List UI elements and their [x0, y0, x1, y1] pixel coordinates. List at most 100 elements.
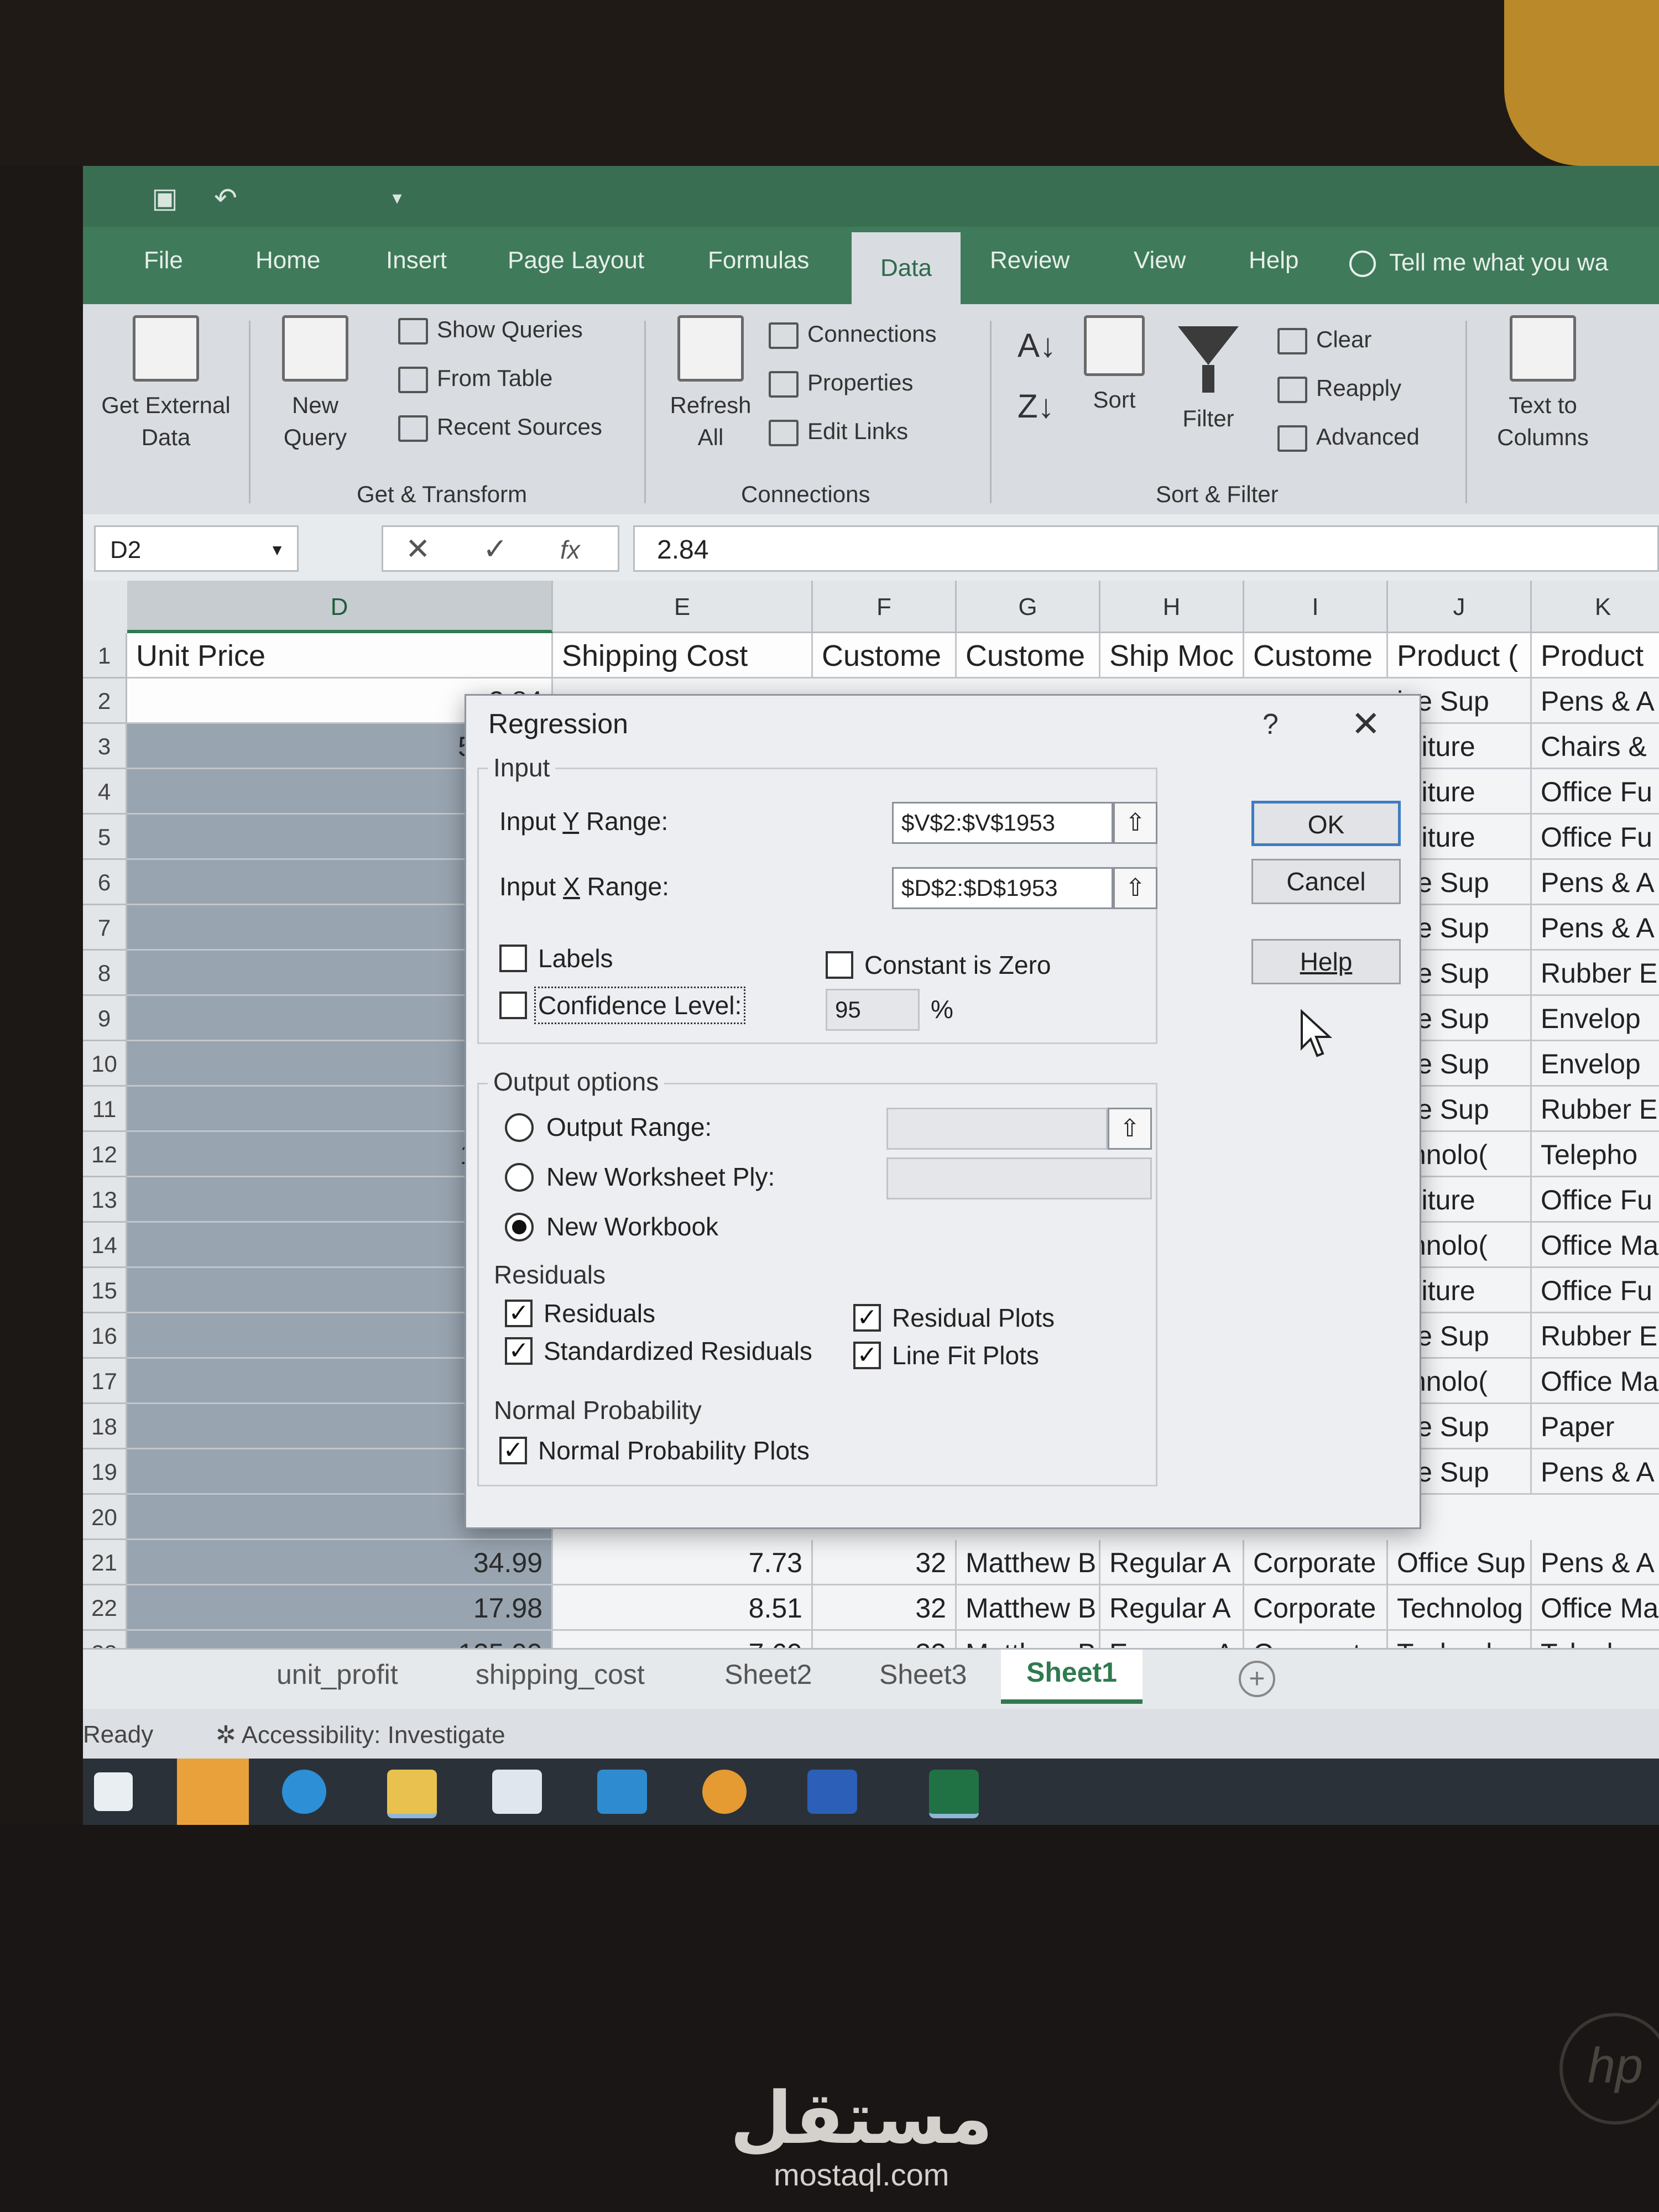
mail-icon[interactable]: [597, 1770, 647, 1814]
constant-is-zero-checkbox[interactable]: [826, 951, 853, 979]
sort-button[interactable]: Sort: [1078, 315, 1150, 416]
data-cell[interactable]: Office Sup: [1388, 1540, 1532, 1585]
tab-formulas[interactable]: Formulas: [708, 247, 809, 274]
row-header[interactable]: 21: [83, 1540, 127, 1585]
row-header[interactable]: 2: [83, 679, 127, 724]
tell-me-search[interactable]: Tell me what you wa: [1349, 249, 1608, 278]
header-cell[interactable]: Custome: [813, 633, 957, 679]
cancel-entry-icon[interactable]: ✕: [405, 531, 430, 566]
undo-icon[interactable]: ↶: [210, 182, 241, 213]
product-subcategory-cell[interactable]: Envelop: [1532, 996, 1659, 1041]
new-query-button[interactable]: New Query: [260, 315, 371, 453]
output-range-field[interactable]: [886, 1108, 1108, 1150]
dialog-help-icon[interactable]: ?: [1262, 708, 1279, 741]
word-icon[interactable]: [807, 1770, 857, 1814]
line-fit-plots-checkbox[interactable]: ✓: [853, 1342, 881, 1369]
advanced-button[interactable]: Advanced: [1277, 424, 1420, 452]
input-x-range-field[interactable]: $D$2:$D$1953: [892, 867, 1113, 909]
confidence-level-checkbox[interactable]: [499, 992, 527, 1019]
column-header-i[interactable]: I: [1244, 581, 1388, 633]
row-header[interactable]: 10: [83, 1041, 127, 1087]
row-header[interactable]: 14: [83, 1223, 127, 1268]
row-header[interactable]: 16: [83, 1313, 127, 1359]
product-subcategory-cell[interactable]: Office Ma: [1532, 1359, 1659, 1404]
confidence-level-field[interactable]: 95: [826, 989, 920, 1031]
cancel-button[interactable]: Cancel: [1251, 859, 1401, 904]
data-cell[interactable]: Matthew B: [957, 1585, 1100, 1631]
add-sheet-icon[interactable]: +: [1239, 1661, 1275, 1697]
tab-file[interactable]: File: [144, 247, 183, 274]
tab-page-layout[interactable]: Page Layout: [508, 247, 644, 274]
output-range-radio[interactable]: [505, 1113, 534, 1142]
product-subcategory-cell[interactable]: Telepho: [1532, 1132, 1659, 1177]
product-subcategory-cell[interactable]: Office Fu: [1532, 1177, 1659, 1223]
close-icon[interactable]: ✕: [1351, 703, 1381, 745]
filter-button[interactable]: Filter: [1167, 315, 1250, 435]
data-cell[interactable]: Pens & A: [1532, 1540, 1659, 1585]
row-header[interactable]: 15: [83, 1268, 127, 1313]
standardized-residuals-checkbox[interactable]: ✓: [505, 1337, 533, 1365]
sheet-tab-sheet3[interactable]: Sheet3: [879, 1658, 967, 1691]
sheet-tab-shipping-cost[interactable]: shipping_cost: [476, 1658, 645, 1691]
text-to-columns-button[interactable]: Text to Columns: [1482, 315, 1604, 453]
refresh-all-button[interactable]: Refresh All: [658, 315, 763, 453]
tab-review[interactable]: Review: [990, 247, 1070, 274]
header-cell[interactable]: Custome: [957, 633, 1100, 679]
accessibility-status[interactable]: ✲ Accessibility: Investigate: [216, 1721, 505, 1749]
header-cell[interactable]: Product: [1532, 633, 1659, 679]
formula-input[interactable]: 2.84: [633, 525, 1659, 572]
input-y-range-field[interactable]: $V$2:$V$1953: [892, 802, 1113, 844]
row-header[interactable]: 4: [83, 769, 127, 815]
tab-home[interactable]: Home: [255, 247, 320, 274]
data-cell[interactable]: Matthew B: [957, 1540, 1100, 1585]
header-cell[interactable]: Unit Price: [127, 633, 553, 679]
new-worksheet-ply-radio[interactable]: [505, 1163, 534, 1192]
get-external-data-button[interactable]: Get External Data: [100, 315, 232, 453]
collapse-dialog-icon[interactable]: ⇧: [1113, 802, 1157, 844]
insert-function-icon[interactable]: fx: [560, 535, 580, 565]
product-subcategory-cell[interactable]: Pens & A: [1532, 679, 1659, 724]
column-header-e[interactable]: E: [553, 581, 813, 633]
data-cell[interactable]: 7.73: [553, 1540, 813, 1585]
clear-button[interactable]: Clear: [1277, 326, 1371, 354]
product-subcategory-cell[interactable]: Envelop: [1532, 1041, 1659, 1087]
product-subcategory-cell[interactable]: Paper: [1532, 1404, 1659, 1449]
column-header-g[interactable]: G: [957, 581, 1100, 633]
row-header[interactable]: 20: [83, 1495, 127, 1540]
column-header-d[interactable]: D: [127, 581, 553, 633]
row-header[interactable]: 9: [83, 996, 127, 1041]
product-subcategory-cell[interactable]: Office Fu: [1532, 815, 1659, 860]
recent-sources-button[interactable]: Recent Sources: [398, 414, 602, 442]
chevron-down-icon[interactable]: ▼: [269, 527, 285, 573]
collapse-dialog-icon[interactable]: ⇧: [1108, 1108, 1152, 1150]
row-header[interactable]: 19: [83, 1449, 127, 1495]
product-subcategory-cell[interactable]: Pens & A: [1532, 905, 1659, 951]
tab-insert[interactable]: Insert: [386, 247, 447, 274]
data-cell[interactable]: 8.51: [553, 1585, 813, 1631]
row-header[interactable]: 5: [83, 815, 127, 860]
row-header[interactable]: 6: [83, 860, 127, 905]
new-worksheet-ply-field[interactable]: [886, 1157, 1152, 1199]
app-icon[interactable]: [702, 1770, 747, 1814]
new-workbook-radio[interactable]: [505, 1213, 534, 1241]
product-subcategory-cell[interactable]: Rubber E: [1532, 951, 1659, 996]
row-header[interactable]: 17: [83, 1359, 127, 1404]
collapse-dialog-icon[interactable]: ⇧: [1113, 867, 1157, 909]
header-cell[interactable]: Shipping Cost: [553, 633, 813, 679]
row-header[interactable]: 7: [83, 905, 127, 951]
data-cell[interactable]: Regular A: [1100, 1585, 1244, 1631]
product-subcategory-cell[interactable]: Rubber E: [1532, 1313, 1659, 1359]
data-cell[interactable]: Regular A: [1100, 1540, 1244, 1585]
column-header-f[interactable]: F: [813, 581, 957, 633]
tab-help[interactable]: Help: [1249, 247, 1299, 274]
data-cell[interactable]: Corporate: [1244, 1585, 1388, 1631]
residual-plots-checkbox[interactable]: ✓: [853, 1304, 881, 1332]
product-subcategory-cell[interactable]: Pens & A: [1532, 860, 1659, 905]
data-cell[interactable]: Technolog: [1388, 1585, 1532, 1631]
windows-start-icon[interactable]: [94, 1772, 133, 1811]
enter-entry-icon[interactable]: ✓: [483, 531, 508, 566]
edge-icon[interactable]: [282, 1770, 326, 1814]
product-subcategory-cell[interactable]: Office Fu: [1532, 1268, 1659, 1313]
tab-data[interactable]: Data: [852, 232, 961, 304]
select-all-corner[interactable]: [83, 581, 129, 635]
